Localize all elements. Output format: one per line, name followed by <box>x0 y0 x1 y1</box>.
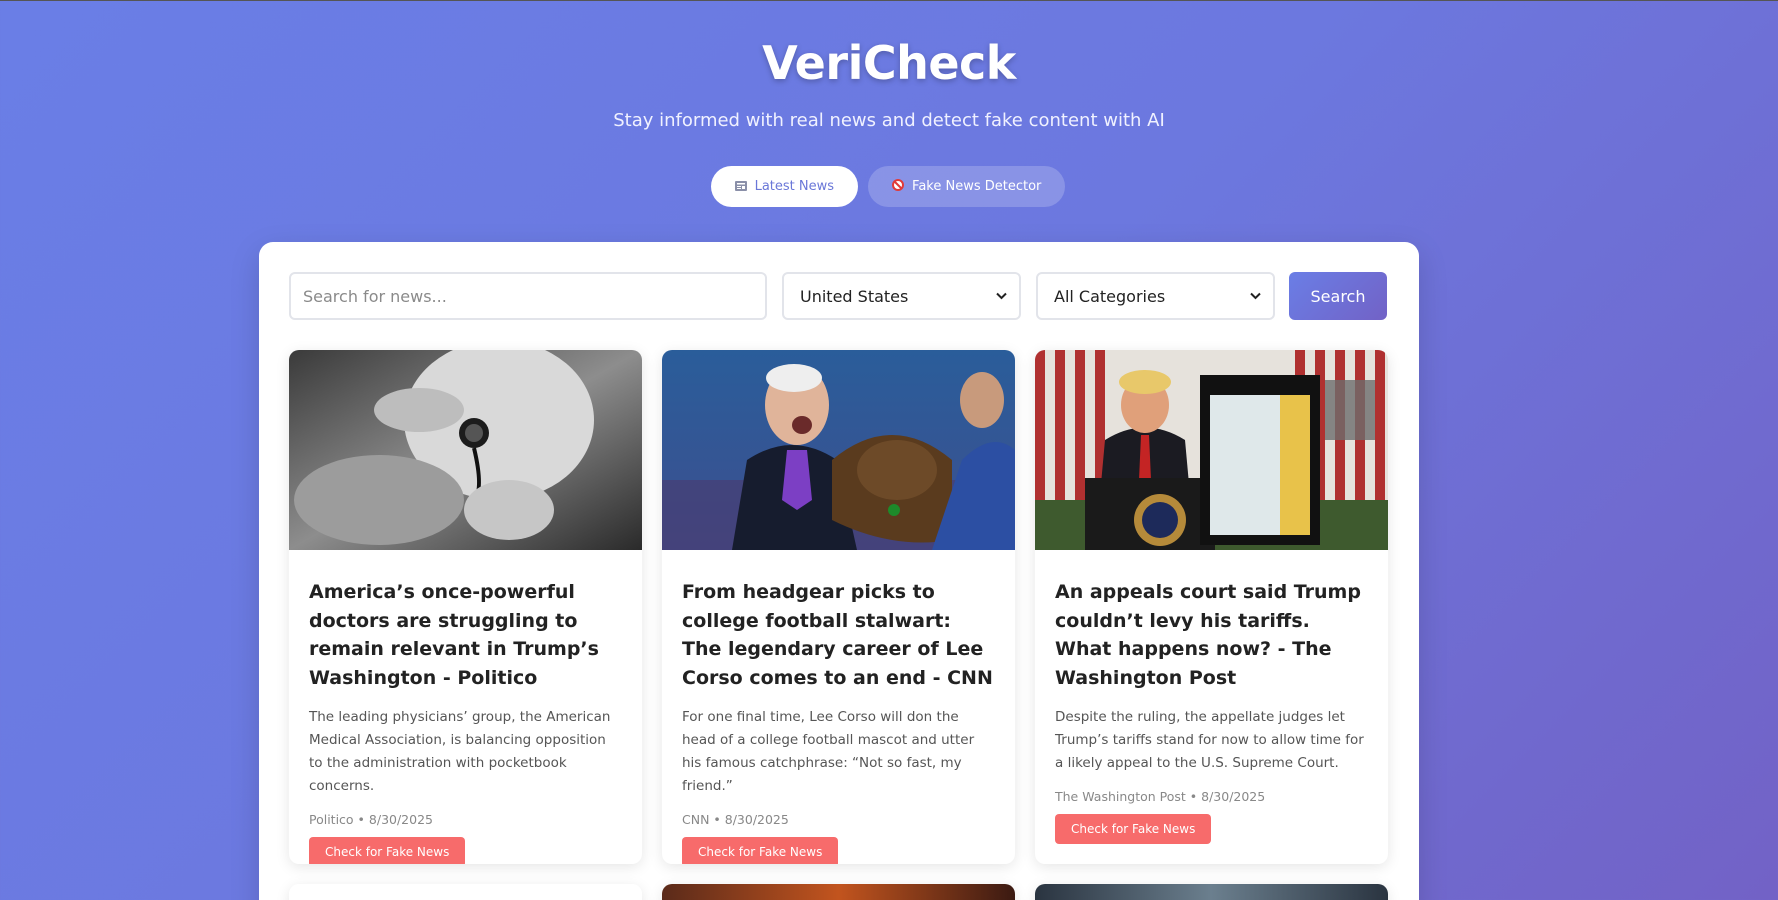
tab-label: Latest News <box>754 179 835 194</box>
search-button[interactable]: Search <box>1289 272 1387 320</box>
article-image[interactable] <box>1035 884 1388 900</box>
article-title[interactable]: From headgear picks to college football … <box>682 578 995 692</box>
check-fake-news-button[interactable]: Check for Fake News <box>1055 814 1212 844</box>
news-card: An appeals court said Trump couldn’t lev… <box>1035 350 1388 864</box>
article-title[interactable]: An appeals court said Trump couldn’t lev… <box>1055 578 1368 692</box>
app-subtitle: Stay informed with real news and detect … <box>613 110 1165 131</box>
tab-label: Fake News Detector <box>912 179 1042 194</box>
article-meta: Politico • 8/30/2025 <box>309 812 433 827</box>
news-card: America’s once-powerful doctors are stru… <box>289 350 642 864</box>
news-card <box>662 884 1015 900</box>
search-bar: United States All Categories Search <box>289 272 1389 320</box>
article-image[interactable] <box>1035 350 1388 550</box>
app-title: VeriCheck <box>762 36 1016 90</box>
card-body: An appeals court said Trump couldn’t lev… <box>1035 550 1388 844</box>
news-card <box>289 884 642 900</box>
category-select-value: All Categories <box>1054 286 1166 306</box>
tab-fake-news-detector[interactable]: Fake News Detector <box>868 166 1066 207</box>
article-description: The leading physicians’ group, the Ameri… <box>309 709 611 794</box>
category-select[interactable]: All Categories <box>1036 272 1275 320</box>
news-panel: United States All Categories Search <box>259 242 1419 900</box>
article-meta: The Washington Post • 8/30/2025 <box>1055 789 1266 804</box>
country-select[interactable]: United States <box>782 272 1021 320</box>
article-meta: CNN • 8/30/2025 <box>682 812 789 827</box>
check-fake-news-button[interactable]: Check for Fake News <box>682 837 839 864</box>
article-image[interactable] <box>289 884 642 900</box>
article-image[interactable] <box>662 350 1015 550</box>
article-title[interactable]: America’s once-powerful doctors are stru… <box>309 578 622 692</box>
chevron-down-icon <box>996 289 1007 303</box>
article-description: For one final time, Lee Corso will don t… <box>682 709 975 794</box>
prohibited-icon <box>892 179 905 194</box>
tab-bar: Latest News Fake News Detector <box>0 166 1778 207</box>
tab-latest-news[interactable]: Latest News <box>710 166 859 207</box>
card-body: From headgear picks to college football … <box>662 550 1015 864</box>
check-fake-news-button[interactable]: Check for Fake News <box>309 837 466 864</box>
article-description: Despite the ruling, the appellate judges… <box>1055 709 1364 771</box>
newspaper-icon <box>734 180 747 194</box>
search-input[interactable] <box>289 272 767 320</box>
chevron-down-icon <box>1250 289 1261 303</box>
card-body: America’s once-powerful doctors are stru… <box>289 550 642 864</box>
news-card: From headgear picks to college football … <box>662 350 1015 864</box>
article-image[interactable] <box>662 884 1015 900</box>
header: VeriCheck Stay informed with real news a… <box>0 1 1778 207</box>
country-select-value: United States <box>800 286 909 306</box>
news-card <box>1035 884 1388 900</box>
article-image[interactable] <box>289 350 642 550</box>
